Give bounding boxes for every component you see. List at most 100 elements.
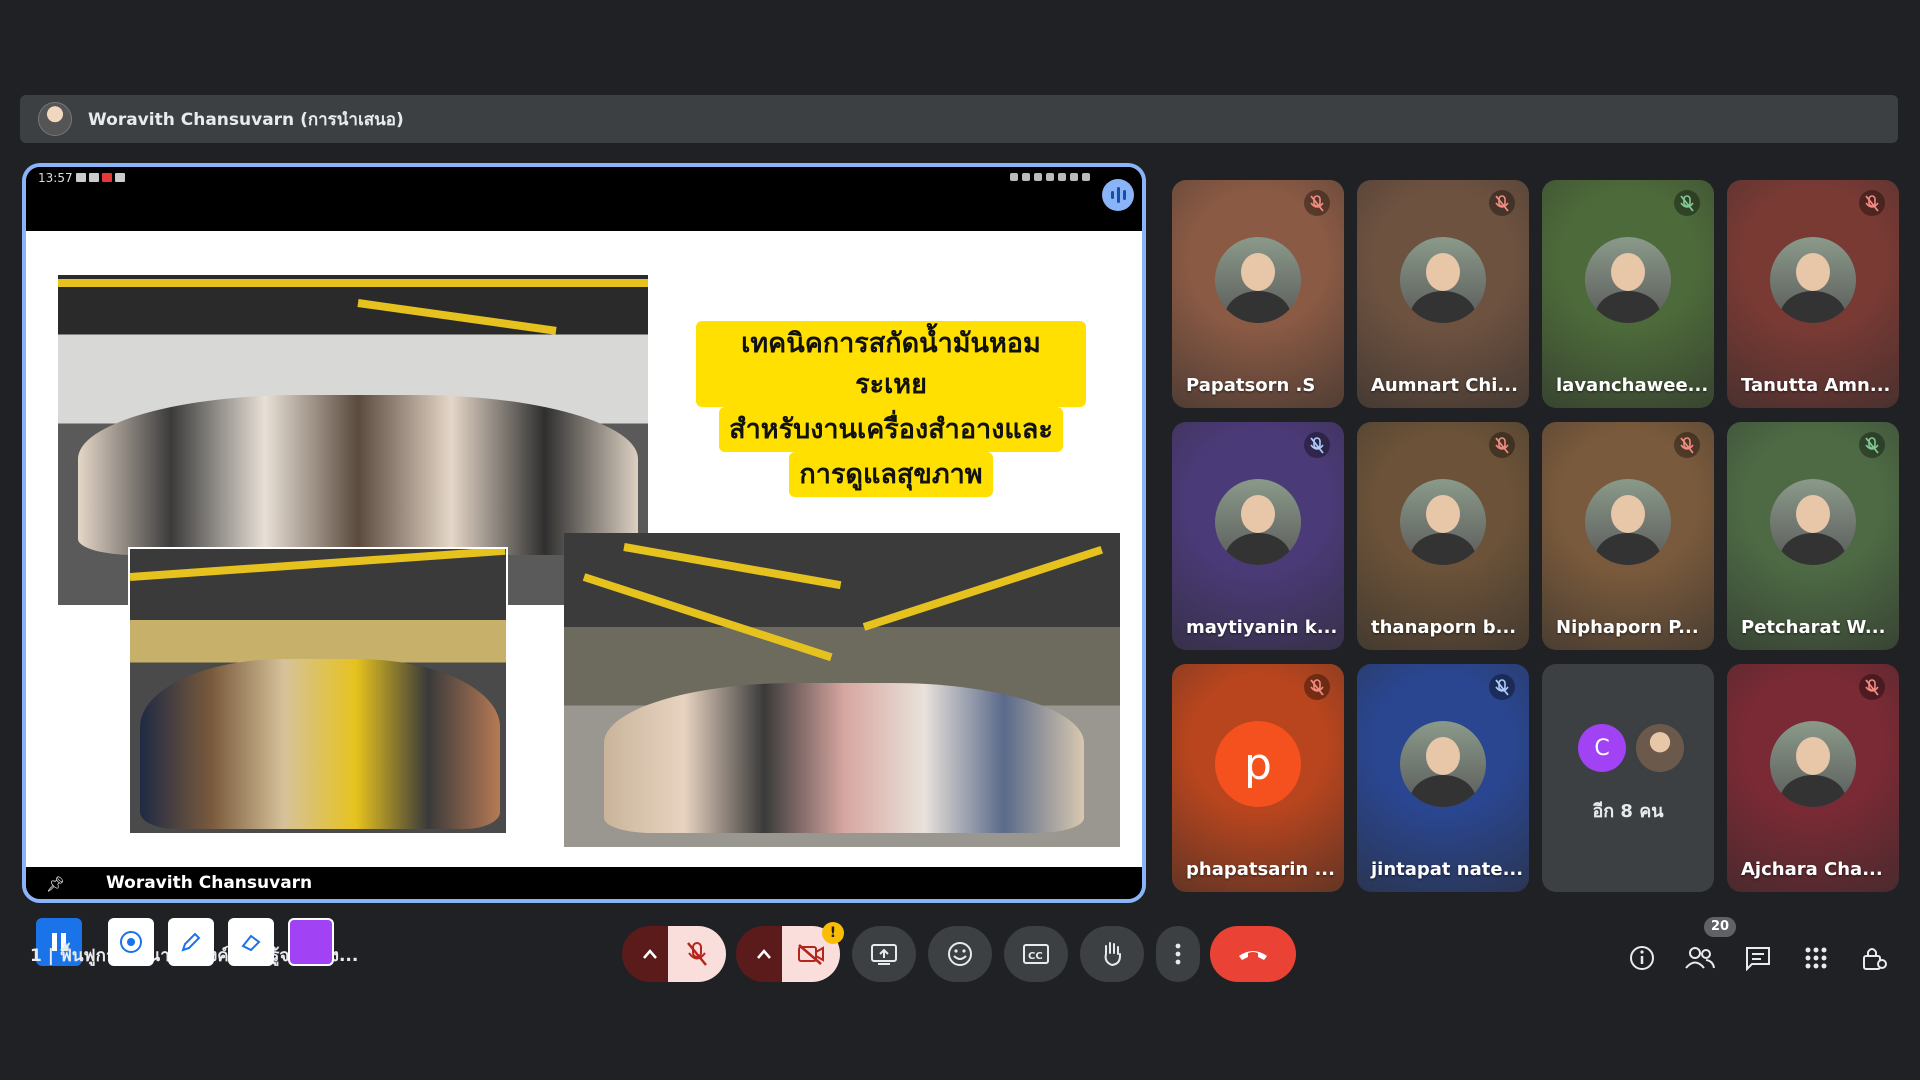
mic-muted-icon — [1859, 190, 1885, 216]
people-icon — [1685, 947, 1715, 969]
participant-name: Tanutta Amn... — [1741, 375, 1891, 396]
raise-hand-button[interactable] — [1080, 926, 1144, 982]
end-call-icon — [1239, 951, 1267, 960]
mic-muted-icon — [1859, 432, 1885, 458]
system-icons — [1010, 173, 1090, 181]
participant-tile[interactable]: maytiyanin k... — [1172, 422, 1344, 650]
participant-name: thanaporn b... — [1371, 617, 1517, 638]
slide: เทคนิคการสกัดน้ำมันหอมระเหย สำหรับงานเคร… — [26, 231, 1142, 871]
participant-tile[interactable]: jintapat nate... — [1357, 664, 1529, 892]
people-button[interactable] — [1682, 940, 1718, 976]
color-swatch-button[interactable] — [288, 918, 334, 966]
participant-name: maytiyanin k... — [1186, 617, 1338, 638]
notification-icons — [76, 173, 125, 182]
mic-muted-icon — [1489, 432, 1515, 458]
present-button[interactable] — [852, 926, 916, 982]
stage-presenter-name: Woravith Chansuvarn — [106, 873, 313, 893]
captions-button[interactable]: CC — [1004, 926, 1068, 982]
participant-avatar — [1770, 479, 1856, 566]
participant-avatar — [1400, 479, 1486, 566]
participant-tile[interactable]: C อีก 8 คน — [1542, 664, 1714, 892]
group-photo-3 — [564, 533, 1120, 847]
meeting-info-button[interactable] — [1624, 940, 1660, 976]
participant-tile[interactable]: Ajchara Cha... — [1727, 664, 1899, 892]
captions-icon: CC — [1023, 944, 1049, 964]
laser-pointer-button[interactable] — [108, 918, 154, 966]
mic-muted-icon — [1304, 432, 1330, 458]
shared-screen-status-bar: 13:57 — [26, 167, 1142, 231]
mic-off-icon — [687, 942, 707, 966]
participant-name: lavanchawee... — [1556, 375, 1709, 396]
participant-tile[interactable]: Tanutta Amn... — [1727, 180, 1899, 408]
participant-avatar-letter: p — [1215, 721, 1301, 808]
participant-tile[interactable]: Papatsorn .S — [1172, 180, 1344, 408]
participant-avatar — [1770, 237, 1856, 324]
info-icon — [1630, 946, 1654, 970]
slide-title-line-3: การดูแลสุขภาพ — [789, 452, 993, 497]
eraser-button[interactable] — [228, 918, 274, 966]
svg-text:CC: CC — [1028, 951, 1043, 962]
laser-pointer-icon — [120, 931, 142, 953]
participant-avatar — [1400, 237, 1486, 324]
mic-muted-icon — [1304, 190, 1330, 216]
speaking-indicator-icon — [1102, 179, 1134, 211]
presenter-label: Woravith Chansuvarn (การนำเสนอ) — [88, 109, 404, 130]
emoji-button[interactable] — [928, 926, 992, 982]
participant-avatar — [1215, 479, 1301, 566]
end-call-button[interactable] — [1210, 926, 1296, 982]
stage-footer: 📌︎ Woravith Chansuvarn — [26, 867, 1142, 899]
participant-tile[interactable]: Petcharat W... — [1727, 422, 1899, 650]
more-participants-label: อีก 8 คน — [1592, 801, 1664, 822]
emoji-icon — [948, 942, 972, 966]
activities-icon — [1805, 947, 1827, 969]
chat-button[interactable] — [1740, 940, 1776, 976]
mic-toggle-button[interactable] — [668, 926, 726, 982]
participant-name: Ajchara Cha... — [1741, 859, 1883, 880]
chevron-up-icon — [757, 949, 771, 959]
chat-icon — [1746, 947, 1770, 971]
mic-muted-icon — [1304, 674, 1330, 700]
participant-tile[interactable]: p phapatsarin ... — [1172, 664, 1344, 892]
presenter-avatar — [38, 102, 72, 136]
presentation-stage[interactable]: 13:57 เทคนิคการสกัดน้ำมันหอมระเหย สำหรับ… — [22, 163, 1146, 903]
mic-muted-icon — [1489, 674, 1515, 700]
participant-avatar-letter: C — [1578, 724, 1626, 772]
slide-title-line-2: สำหรับงานเครื่องสำอางและ — [719, 407, 1063, 452]
mic-muted-icon — [1489, 190, 1515, 216]
slide-title-line-1: เทคนิคการสกัดน้ำมันหอมระเหย — [696, 321, 1086, 407]
participant-avatar — [1400, 721, 1486, 808]
participant-name: jintapat nate... — [1371, 859, 1524, 880]
chevron-up-icon — [643, 949, 657, 959]
pin-icon[interactable]: 📌︎ — [46, 875, 65, 893]
warning-badge: ! — [822, 922, 844, 944]
host-controls-button[interactable] — [1856, 940, 1892, 976]
eraser-icon — [241, 934, 261, 952]
presenter-bar: Woravith Chansuvarn (การนำเสนอ) — [20, 95, 1898, 143]
mic-muted-icon — [1674, 190, 1700, 216]
participant-avatar — [1585, 479, 1671, 566]
mic-muted-icon — [1674, 432, 1700, 458]
participant-name: Papatsorn .S — [1186, 375, 1316, 396]
mic-muted-icon — [1859, 674, 1885, 700]
pen-button[interactable] — [168, 918, 214, 966]
slide-title: เทคนิคการสกัดน้ำมันหอมระเหย สำหรับงานเคร… — [696, 321, 1086, 497]
status-time: 13:57 — [38, 171, 73, 185]
participant-name: Petcharat W... — [1741, 617, 1886, 638]
participant-name: Niphaporn P... — [1556, 617, 1699, 638]
activities-button[interactable] — [1798, 940, 1834, 976]
participant-tile[interactable]: thanaporn b... — [1357, 422, 1529, 650]
participant-count-badge: 20 — [1704, 917, 1736, 937]
participant-name: Aumnart Chi... — [1371, 375, 1518, 396]
participant-tile[interactable]: Aumnart Chi... — [1357, 180, 1529, 408]
participant-avatar — [1770, 721, 1856, 808]
participant-avatar — [1636, 724, 1684, 772]
participant-name: phapatsarin ... — [1186, 859, 1335, 880]
participant-tile[interactable]: lavanchawee... — [1542, 180, 1714, 408]
participant-tile[interactable]: Niphaporn P... — [1542, 422, 1714, 650]
participant-avatar — [1585, 237, 1671, 324]
group-photo-2 — [128, 547, 508, 835]
more-options-button[interactable] — [1156, 926, 1200, 982]
present-icon — [871, 944, 897, 965]
pen-icon — [181, 932, 201, 952]
more-options-icon — [1175, 943, 1181, 965]
